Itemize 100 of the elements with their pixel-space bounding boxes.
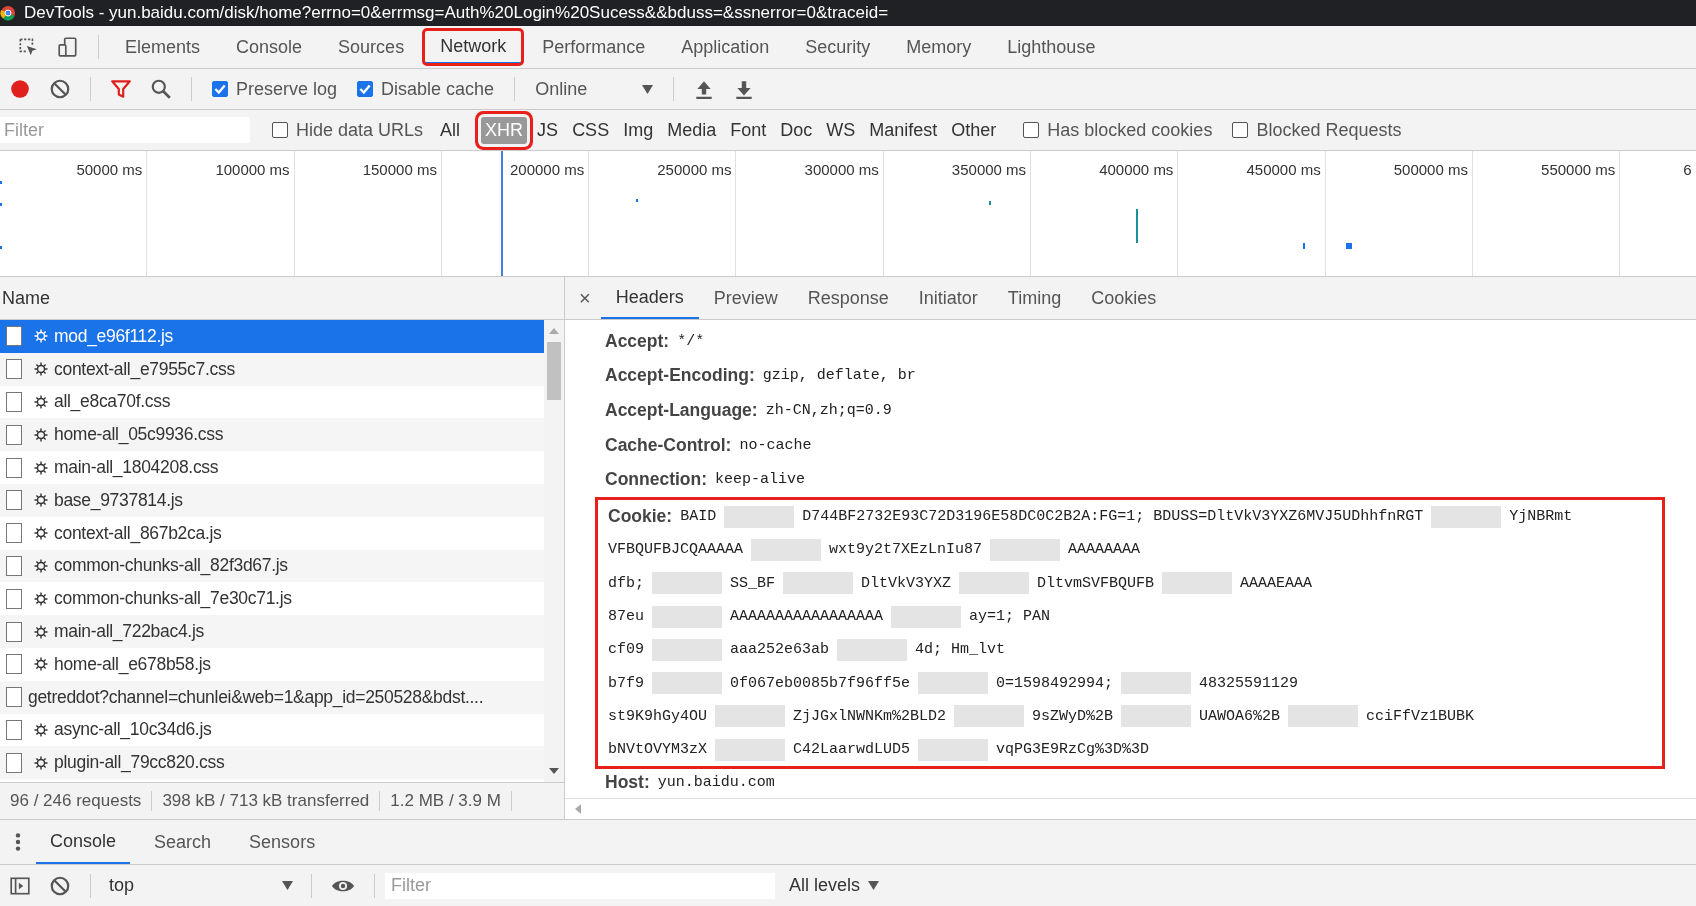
type-filter[interactable]: Img [619,116,658,144]
request-row[interactable]: base_9737814.js [0,484,544,517]
panel-tab[interactable]: Console [220,30,319,64]
tick-label: 50000 ms [76,161,143,178]
request-row[interactable]: context-all_e7955c7.css [0,352,544,386]
detail-tab[interactable]: Cookies [1076,277,1172,319]
cookie-fragment: b7f9 [608,674,644,692]
redaction-blur [652,572,722,595]
scroll-down-icon[interactable] [549,768,559,774]
type-filter[interactable]: Manifest [865,116,942,144]
checkbox[interactable] [357,81,374,97]
filter-field[interactable]: Filter [0,117,250,143]
detail-tab[interactable]: Timing [992,277,1077,319]
checkbox[interactable] [212,81,228,97]
redaction-blur [724,505,795,528]
window-title: DevTools - yun.baidu.com/disk/home?errno=0&errmsg=Auth%20Login%20Sucess&&bduss=&ssnerror=0&traceid= [24,3,889,23]
request-row[interactable]: plugin-all_79cc820.css [0,746,544,780]
type-filter[interactable]: JS [533,116,563,144]
panel-tab[interactable]: Elements [109,30,217,64]
redaction-blur [918,672,989,695]
scrollbar-thumb[interactable] [547,342,561,400]
timeline-overview[interactable]: 50000 ms 100000 ms 150000 ms 200000 ms 250000 ms 300000 ms 350000 ms 400000 ms 450000 ms 500000 ms 550000 ms 6 [0,151,1696,277]
tick-label: 250000 ms [657,161,732,178]
browser-logo-icon [0,5,16,21]
context-dropdown[interactable]: top [101,875,301,896]
type-filter[interactable]: Doc [776,116,817,144]
panel-tab[interactable]: Performance [526,30,662,64]
cookie-fragment: AAAAAAAA [1068,541,1141,559]
status-text: 1.2 MB / 3.9 M [380,791,512,811]
request-row[interactable]: common-chunks-all_82f3d67.js [0,549,544,583]
redaction-blur [959,572,1030,595]
panel-tab[interactable]: Application [665,30,786,64]
redaction-blur [954,705,1025,728]
redaction-blur [751,538,822,561]
type-filter[interactable]: CSS [568,116,614,144]
request-row[interactable]: home-all_05c9936.css [0,418,544,452]
caret-icon [868,881,880,890]
detail-tab[interactable]: Preview [698,277,793,319]
drawer-tab[interactable]: Search [140,820,226,864]
drawer-tab[interactable]: Console [36,820,131,864]
detail-tab[interactable]: Headers [600,277,699,319]
detail-tab[interactable]: Initiator [903,277,993,319]
type-filter[interactable]: Font [726,116,771,144]
gear-icon [34,395,48,409]
drawer-tab[interactable]: Sensors [235,820,330,864]
levels-dropdown[interactable]: All levels [789,875,880,896]
column-header[interactable]: Name [2,287,50,309]
panel-tab[interactable]: Sources [322,30,421,64]
inspect-icon[interactable] [17,36,39,58]
filter-field[interactable]: Filter [385,872,775,899]
request-row[interactable]: getreddot?channel=chunlei&web=1&app_id=250528&bdst.... [0,680,544,714]
device-toolbar-icon[interactable] [57,36,79,58]
throttling-dropdown[interactable]: Online [525,78,664,100]
sidebar-toggle-icon[interactable] [9,874,31,897]
type-filter[interactable]: Other [947,116,1001,144]
cookie-fragment: DltVkV3YXZ [861,574,952,592]
request-row[interactable]: mod_e96f112.js [0,320,544,353]
redaction-blur [918,738,989,761]
record-icon[interactable] [9,78,31,100]
header-name: Accept: [605,330,670,352]
header-value: keep-alive [715,471,806,489]
panel-tab[interactable]: Lighthouse [991,30,1112,64]
status-text: 398 kB / 713 kB transferred [152,791,381,811]
type-filter[interactable]: WS [822,116,860,144]
checkbox[interactable] [272,122,288,138]
cookie-fragment: UAWOA6%2B [1199,707,1281,725]
cookie-fragment: st9K9hGy4OU [608,707,708,725]
detail-tab[interactable]: Response [792,277,904,319]
redaction-blur [891,605,962,628]
more-icon[interactable] [14,831,22,853]
type-filter[interactable]: Media [663,116,721,144]
clear-icon[interactable] [49,874,71,897]
cookie-fragment: 4d; Hm_lvt [915,641,1006,659]
panel-tab[interactable]: Memory [890,30,988,64]
cookie-fragment: ZjJGxlNWNKm%2BLD2 [793,707,947,725]
panel-tab[interactable]: Security [789,30,887,64]
filter-icon[interactable] [110,78,132,100]
search-icon[interactable] [150,78,172,100]
cookie-fragment: C42LaarwdLUD5 [793,741,911,759]
request-row[interactable]: main-all_722bac4.js [0,615,544,648]
panel-tab[interactable]: Network [424,30,523,64]
gear-icon [34,755,48,770]
header-name: Cookie: [608,506,673,528]
type-filter[interactable]: All [436,116,465,144]
cookie-fragment: cf09 [608,641,644,659]
header-value: no-cache [739,436,812,454]
checkbox[interactable] [1232,122,1249,138]
header-name: Accept-Encoding: [605,365,755,387]
redaction-blur [715,738,786,761]
cookie-fragment: VFBQUFBJCQAAAAA [608,541,744,559]
tick-label: 6 [1683,161,1692,178]
scrollbar-track[interactable] [544,320,564,782]
gear-icon [34,460,48,475]
checkbox[interactable] [1023,122,1040,138]
header-name: Accept-Language: [605,400,758,421]
clear-icon[interactable] [49,78,71,100]
close-button[interactable]: × [579,286,591,310]
cookie-fragment: vqPG3E9RzCg%3D%3D [996,741,1150,759]
caret-icon [642,84,654,94]
redaction-blur [652,605,722,628]
